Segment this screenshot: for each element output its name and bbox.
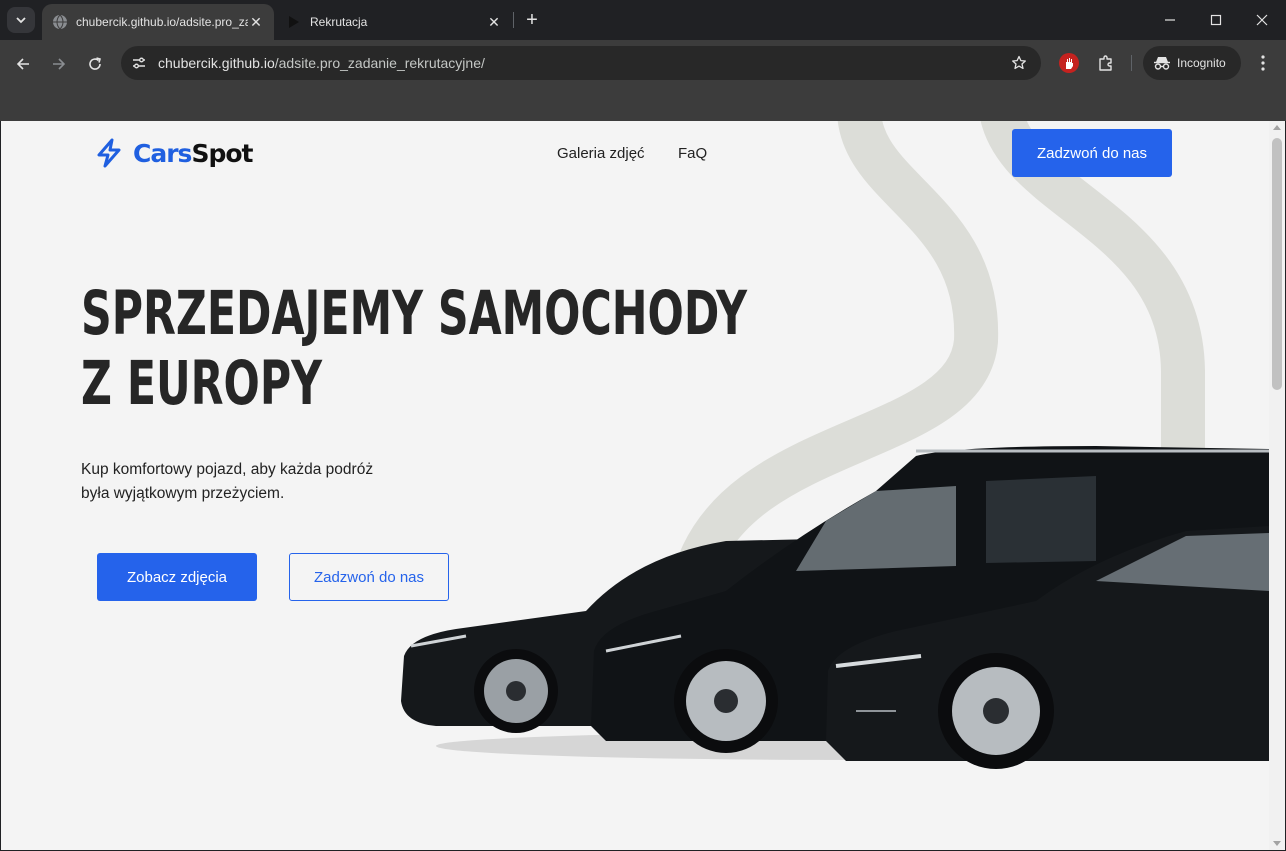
close-icon[interactable]: ✕ xyxy=(486,14,502,30)
lightning-bolt-icon xyxy=(97,138,121,168)
hero-title-line1: SPRZEDAJEMY SAMOCHODY xyxy=(81,278,748,349)
incognito-icon xyxy=(1153,54,1171,72)
tab-search-button[interactable] xyxy=(7,7,35,33)
incognito-profile-button[interactable]: Incognito xyxy=(1143,46,1241,80)
close-icon[interactable]: ✕ xyxy=(248,14,264,30)
extension-stop-icon[interactable] xyxy=(1059,53,1079,73)
forward-button[interactable] xyxy=(45,50,73,78)
arrow-left-icon xyxy=(16,58,29,70)
toolbar-separator xyxy=(1131,55,1132,71)
minimize-button[interactable] xyxy=(1147,0,1193,40)
maximize-icon xyxy=(1210,14,1222,26)
new-tab-button[interactable]: + xyxy=(520,8,544,32)
scroll-down-arrow-icon[interactable] xyxy=(1273,841,1281,846)
maximize-button[interactable] xyxy=(1193,0,1239,40)
reload-icon xyxy=(89,57,101,70)
header-call-button[interactable]: Zadzwoń do nas xyxy=(1012,129,1172,177)
scroll-up-arrow-icon[interactable] xyxy=(1273,125,1281,130)
logo-text-spot: Spot xyxy=(191,138,253,168)
browser-menu-icon[interactable] xyxy=(1252,51,1274,75)
hero-subtitle: Kup komfortowy pojazd, aby każda podróż … xyxy=(81,458,421,506)
close-window-button[interactable] xyxy=(1239,0,1285,40)
tab-separator xyxy=(513,12,514,28)
page-scrollbar[interactable] xyxy=(1269,121,1285,850)
see-photos-button[interactable]: Zobacz zdjęcia xyxy=(97,553,257,601)
hero-subtitle-line2: była wyjątkowym przeżyciem. xyxy=(81,485,285,502)
tab-title: Rekrutacja xyxy=(310,15,368,29)
chevron-down-icon xyxy=(16,17,26,24)
page-viewport: CarsSpot Galeria zdjęć FaQ Zadzwoń do na… xyxy=(1,121,1269,850)
nav-link-faq[interactable]: FaQ xyxy=(678,145,707,162)
url-path: /adsite.pro_zadanie_rekrutacyjne/ xyxy=(274,55,485,71)
logo-text-cars: Cars xyxy=(133,138,192,168)
hero-subtitle-line1: Kup komfortowy pojazd, aby każda podróż xyxy=(81,461,374,478)
tab-rekrutacja[interactable]: Rekrutacja ✕ xyxy=(276,4,512,40)
carsspot-logo[interactable]: CarsSpot xyxy=(95,136,253,170)
nav-link-gallery[interactable]: Galeria zdjęć xyxy=(557,145,645,162)
tab-strip: chubercik.github.io/adsite.pro_zadanie_r… xyxy=(0,0,1286,40)
tab-title: chubercik.github.io/adsite.pro_zadanie_r… xyxy=(76,15,248,29)
scrollbar-thumb[interactable] xyxy=(1272,138,1282,390)
hero-title-line2: Z EUROPY xyxy=(81,348,323,419)
bookmark-star-icon[interactable] xyxy=(1009,53,1029,73)
cars-image xyxy=(401,446,1269,769)
logo-text: CarsSpot xyxy=(133,138,253,168)
play-icon xyxy=(286,14,302,30)
back-button[interactable] xyxy=(9,50,37,78)
globe-icon xyxy=(52,14,68,30)
arrow-right-icon xyxy=(53,58,66,70)
url-text: chubercik.github.io/adsite.pro_zadanie_r… xyxy=(158,55,485,71)
url-host: chubercik.github.io xyxy=(158,55,275,71)
incognito-label: Incognito xyxy=(1177,56,1226,70)
tab-active[interactable]: chubercik.github.io/adsite.pro_zadanie_r… xyxy=(42,4,274,40)
minimize-icon xyxy=(1165,19,1175,21)
close-icon xyxy=(1256,14,1268,26)
hero-title: SPRZEDAJEMY SAMOCHODY Z EUROPY xyxy=(81,279,747,419)
extensions-puzzle-icon[interactable] xyxy=(1094,51,1118,75)
site-info-icon[interactable] xyxy=(128,52,150,74)
address-bar[interactable]: chubercik.github.io/adsite.pro_zadanie_r… xyxy=(121,46,1041,80)
reload-button[interactable] xyxy=(81,50,109,78)
browser-toolbar: chubercik.github.io/adsite.pro_zadanie_r… xyxy=(0,40,1286,121)
